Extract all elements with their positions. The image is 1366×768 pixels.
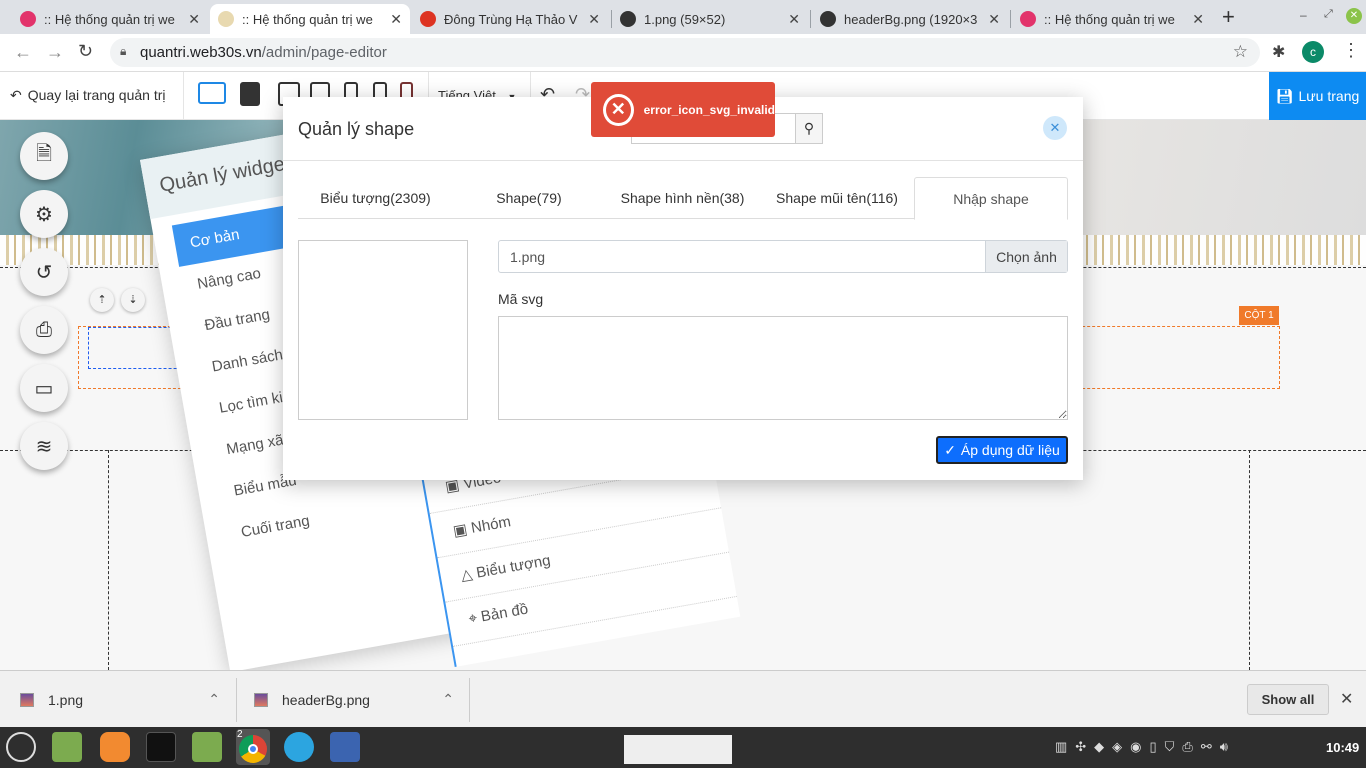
floppy-icon: 💾︎ — [1275, 87, 1294, 104]
history-icon[interactable]: ↺ — [20, 248, 68, 296]
files-icon[interactable] — [52, 732, 82, 762]
lock-icon: 🔒︎ — [120, 44, 127, 58]
globe-icon — [620, 11, 636, 27]
modal-title: Quản lý shape — [298, 119, 415, 139]
error-toast: ✕ error_icon_svg_invalid — [591, 82, 775, 137]
browser-tab[interactable]: 1.png (59×52) ✕ — [612, 4, 808, 34]
shape-tabs: Biểu tượng(2309) Shape(79) Shape hình nề… — [298, 177, 1068, 220]
tab-shape[interactable]: Shape(79) — [453, 177, 605, 219]
close-tab-icon[interactable]: ✕ — [1192, 11, 1204, 28]
web30s-favicon — [218, 11, 234, 27]
undo-arrow-icon: ↶ — [10, 87, 22, 103]
extensions-icon[interactable]: ✱ — [1272, 42, 1285, 62]
close-tab-icon[interactable]: ✕ — [788, 11, 800, 28]
browser-tab[interactable]: headerBg.png (1920×3 ✕ — [812, 4, 1008, 34]
address-toolbar: ← → ↻ 🔒︎ quantri.web30s.vn/admin/page-ed… — [0, 34, 1366, 72]
menu-icon[interactable] — [6, 732, 36, 762]
reload-icon[interactable]: ↻ — [78, 41, 93, 62]
check-icon: ✓ — [944, 441, 956, 458]
image-file-icon — [20, 692, 34, 707]
screenshot-icon[interactable] — [330, 732, 360, 762]
minimize-button[interactable]: – — [1300, 8, 1307, 22]
download-item[interactable]: 1.png ⌃ — [20, 671, 220, 728]
chevron-up-icon[interactable]: ⌃ — [442, 691, 454, 708]
desktop-view-icon[interactable] — [198, 82, 226, 104]
browser-tab[interactable]: Đông Trùng Hạ Thảo V ✕ — [412, 4, 608, 34]
layers-icon[interactable]: ≋ — [20, 422, 68, 470]
download-item[interactable]: headerBg.png ⌃ — [254, 671, 454, 728]
web30s-favicon — [20, 11, 36, 27]
move-down-icon[interactable]: ⇣ — [121, 288, 145, 312]
close-tab-icon[interactable]: ✕ — [588, 11, 600, 28]
terminal-icon[interactable] — [146, 732, 176, 762]
os-taskbar: 2 ▥✣◆◈◉▯⛉⎙⚯🔊︎ 10:49 — [0, 727, 1366, 768]
shape-preview — [298, 240, 468, 420]
close-modal-button[interactable]: ✕ — [1043, 116, 1067, 140]
layout-icon[interactable]: ▭ — [20, 364, 68, 412]
system-tray-icons[interactable]: ▥✣◆◈◉▯⛉⎙⚯🔊︎ — [1055, 739, 1236, 755]
print-icon[interactable]: ⎙ — [20, 306, 68, 354]
settings-icon[interactable]: ⚙︎ — [20, 190, 68, 238]
red-logo-favicon — [420, 11, 436, 27]
url-bar[interactable]: 🔒︎ quantri.web30s.vn/admin/page-editor ☆ — [110, 38, 1260, 67]
choose-image-button[interactable]: Chọn ảnh — [985, 241, 1067, 272]
chrome-icon[interactable]: 2 — [236, 729, 270, 765]
tab-import-shape[interactable]: Nhập shape — [914, 177, 1068, 220]
close-tab-icon[interactable]: ✕ — [988, 11, 1000, 28]
menu-icon[interactable]: ⋮ — [1342, 40, 1360, 61]
shape-manager-modal: Quản lý shape ⚲ ✕ Biểu tượng(2309) Shape… — [283, 97, 1083, 480]
close-downloads-icon[interactable]: ✕ — [1340, 689, 1353, 709]
close-tab-icon[interactable]: ✕ — [390, 11, 402, 28]
close-tab-icon[interactable]: ✕ — [188, 11, 200, 28]
file-icon[interactable]: 🗎︎ — [20, 132, 68, 180]
tab-background-shape[interactable]: Shape hình nền(38) — [605, 177, 760, 219]
search-icon: ⚲ — [803, 120, 815, 136]
maximize-button[interactable]: ⤢ — [1324, 8, 1333, 21]
browser-tab-active[interactable]: :: Hệ thống quản trị we ✕ — [210, 4, 410, 34]
folder-icon[interactable] — [192, 732, 222, 762]
telegram-icon[interactable] — [284, 732, 314, 762]
error-icon: ✕ — [603, 93, 634, 126]
svg-code-label: Mã svg — [498, 291, 544, 307]
clock: 10:49 — [1326, 740, 1360, 755]
browser-tab-bar: :: Hệ thống quản trị we ✕ :: Hệ thống quả… — [0, 0, 1366, 34]
forward-icon[interactable]: → — [46, 42, 64, 63]
save-page-button[interactable]: 💾︎ Lưu trang — [1269, 72, 1366, 120]
downloads-bar: 1.png ⌃ headerBg.png ⌃ Show all ✕ — [0, 670, 1366, 727]
column-label: CỘT 1 — [1239, 306, 1279, 325]
tab-arrow-shape[interactable]: Shape mũi tên(116) — [760, 177, 914, 219]
web30s-favicon — [1020, 11, 1036, 27]
bookmark-star-icon[interactable]: ☆ — [1233, 42, 1248, 62]
new-tab-button[interactable]: + — [1222, 4, 1235, 30]
move-up-icon[interactable]: ⇡ — [90, 288, 114, 312]
profile-avatar[interactable]: c — [1302, 41, 1324, 63]
workspace-switcher[interactable] — [624, 735, 732, 764]
back-icon[interactable]: ← — [14, 42, 32, 63]
file-input[interactable]: 1.png Chọn ảnh — [498, 240, 1068, 273]
firefox-icon[interactable] — [100, 732, 130, 762]
show-all-button[interactable]: Show all — [1247, 684, 1329, 715]
browser-tab[interactable]: :: Hệ thống quản trị we ✕ — [12, 4, 208, 34]
browser-tab[interactable]: :: Hệ thống quản trị we ✕ — [1012, 4, 1212, 34]
image-file-icon — [254, 692, 268, 707]
back-to-admin-link[interactable]: ↶ Quay lại trang quản trị — [10, 87, 165, 104]
svg-code-textarea[interactable] — [498, 316, 1068, 420]
close-window-button[interactable]: ✕ — [1346, 8, 1362, 24]
apply-data-button[interactable]: ✓ Áp dụng dữ liệu — [936, 436, 1068, 464]
tab-icons[interactable]: Biểu tượng(2309) — [298, 177, 453, 219]
chevron-up-icon[interactable]: ⌃ — [208, 691, 220, 708]
tablet-landscape-icon[interactable] — [240, 82, 260, 106]
globe-icon — [820, 11, 836, 27]
search-button[interactable]: ⚲ — [795, 113, 823, 144]
block-actions: ⇡ ⇣ — [90, 288, 145, 312]
